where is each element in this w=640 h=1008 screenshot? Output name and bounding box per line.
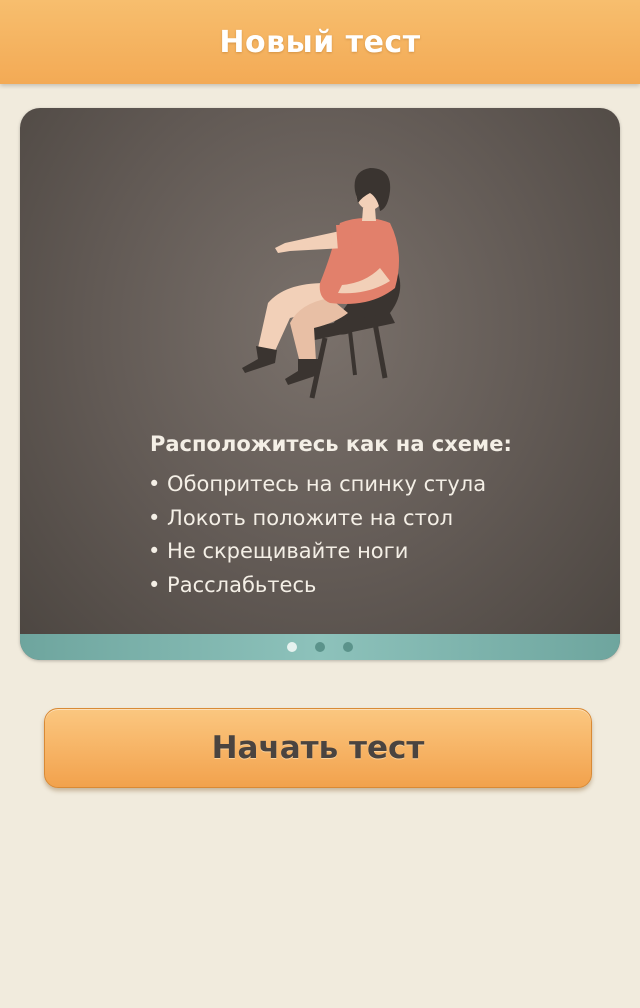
page-dot-3[interactable] [343, 642, 353, 652]
page-dot-2[interactable] [315, 642, 325, 652]
instruction-card[interactable]: Расположитесь как на схеме: • Обопритесь… [20, 108, 620, 660]
start-test-label: Начать тест [211, 730, 425, 766]
page-title: Новый тест [219, 24, 421, 60]
instructions-title: Расположитесь как на схеме: [150, 432, 512, 456]
page-dot-1[interactable] [287, 642, 297, 652]
start-test-button[interactable]: Начать тест [44, 708, 592, 788]
navbar: Новый тест [0, 0, 640, 84]
person-sitting-on-chair-illustration [242, 168, 401, 399]
list-item: • Обопритесь на спинку стула [148, 472, 487, 496]
list-item: • Не скрещивайте ноги [148, 539, 409, 563]
page-indicator [20, 634, 620, 660]
list-item: • Расслабьтесь [148, 572, 317, 597]
instructions-list: • Обопритесь на спинку стула • Локоть по… [148, 468, 486, 602]
list-item: • Локоть положите на стол [148, 505, 454, 530]
